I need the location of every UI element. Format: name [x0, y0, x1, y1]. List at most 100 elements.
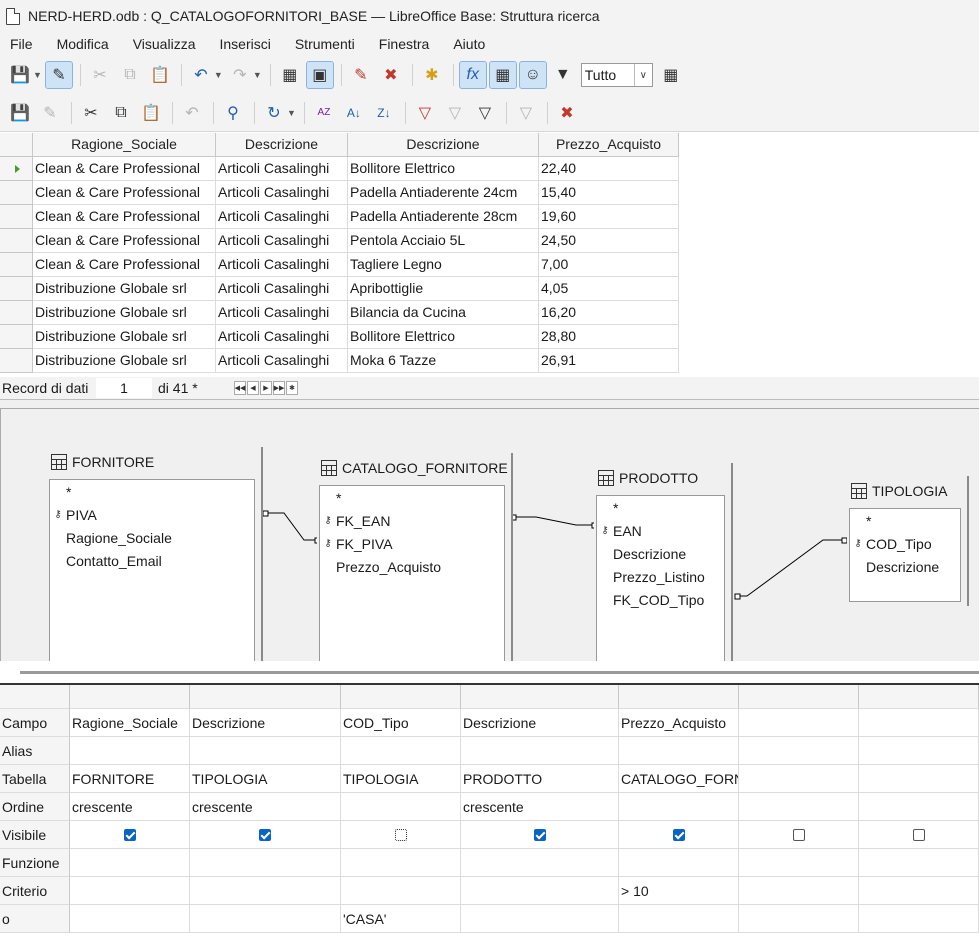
criteria-column-header[interactable]	[461, 685, 619, 709]
criteria-cell-ordine[interactable]	[859, 793, 979, 821]
table-row[interactable]: Distribuzione Globale srl Articoli Casali…	[0, 349, 679, 373]
edit-table-icon[interactable]: ✎	[347, 61, 375, 89]
table-cell[interactable]: Articoli Casalinghi	[216, 181, 348, 205]
delete-record-icon[interactable]: ✖	[553, 99, 581, 127]
table-cell[interactable]: Tagliere Legno	[348, 253, 539, 277]
field-list[interactable]: * ⚷ EAN Descrizione Prezzo_Listino FK_COD…	[596, 495, 725, 661]
criteria-cell-campo[interactable]: Ragione_Sociale	[70, 709, 190, 737]
field-item[interactable]: Descrizione	[850, 555, 960, 578]
checkbox-checked-icon[interactable]	[259, 828, 271, 841]
row-header[interactable]	[0, 325, 33, 349]
table-cell[interactable]: Moka 6 Tazze	[348, 349, 539, 373]
table-cell[interactable]: Articoli Casalinghi	[216, 229, 348, 253]
table-cell[interactable]: 15,40	[539, 181, 679, 205]
criteria-column-header[interactable]	[619, 685, 739, 709]
table-row[interactable]: Clean & Care Professional Articoli Casali…	[0, 253, 679, 277]
menu-strumenti[interactable]: Strumenti	[295, 36, 355, 52]
new-record-icon[interactable]: ✱	[286, 381, 298, 395]
criteria-cell-empty[interactable]	[190, 849, 341, 877]
table-cell[interactable]: Clean & Care Professional	[33, 205, 216, 229]
criteria-cell-criterio[interactable]	[461, 877, 619, 905]
table-title[interactable]: CATALOGO_FORNITORE	[317, 453, 511, 483]
table-cell[interactable]: Clean & Care Professional	[33, 229, 216, 253]
menu-modifica[interactable]: Modifica	[57, 36, 109, 52]
table-name-icon[interactable]: ▦	[488, 61, 517, 89]
criteria-cell-tabella[interactable]: TIPOLOGIA	[341, 765, 461, 793]
criteria-cell-empty[interactable]	[859, 737, 979, 765]
last-record-icon[interactable]: ▶▶	[273, 381, 285, 395]
redo-icon[interactable]: ↷	[226, 61, 254, 89]
table-cell[interactable]: 16,20	[539, 301, 679, 325]
table-cell[interactable]: Articoli Casalinghi	[216, 205, 348, 229]
criteria-cell-tabella[interactable]: PRODOTTO	[461, 765, 619, 793]
table-title[interactable]: PRODOTTO	[594, 463, 731, 493]
checkbox-checked-icon[interactable]	[123, 828, 136, 841]
table-cell[interactable]: 24,50	[539, 229, 679, 253]
menu-aiuto[interactable]: Aiuto	[453, 36, 485, 52]
table-cell[interactable]: 22,40	[539, 157, 679, 181]
current-row-indicator[interactable]	[0, 157, 33, 181]
criteria-cell-ordine[interactable]	[739, 793, 859, 821]
table-cell[interactable]: Distribuzione Globale srl	[33, 349, 216, 373]
row-header[interactable]	[0, 229, 33, 253]
field-item[interactable]: Contatto_Email	[50, 549, 254, 572]
visible-checkbox-cell[interactable]	[739, 821, 859, 849]
add-table-icon[interactable]: ✱	[418, 61, 446, 89]
copy-icon[interactable]: ⧉	[107, 99, 135, 127]
menu-finestra[interactable]: Finestra	[379, 36, 430, 52]
table-cell[interactable]: Padella Antiaderente 28cm	[348, 205, 539, 229]
criteria-cell-empty[interactable]	[619, 737, 739, 765]
criteria-cell-ordine[interactable]	[341, 793, 461, 821]
field-list[interactable]: * ⚷ COD_Tipo Descrizione	[849, 508, 961, 602]
table-cell[interactable]: Distribuzione Globale srl	[33, 325, 216, 349]
field-item[interactable]: ⚷ PIVA	[50, 503, 254, 526]
field-list[interactable]: * ⚷ FK_EAN ⚷ FK_PIVA Prezzo_Acquisto	[319, 485, 505, 661]
table-cell[interactable]: 4,05	[539, 277, 679, 301]
column-header[interactable]: Descrizione	[216, 133, 348, 157]
field-item[interactable]: FK_COD_Tipo	[597, 588, 724, 611]
criteria-cell-o[interactable]	[859, 905, 979, 933]
criteria-cell-o[interactable]	[70, 905, 190, 933]
criteria-cell-o[interactable]	[461, 905, 619, 933]
table-row[interactable]: Distribuzione Globale srl Articoli Casali…	[0, 301, 679, 325]
field-item[interactable]: Prezzo_Listino	[597, 565, 724, 588]
criteria-cell-tabella[interactable]: TIPOLOGIA	[190, 765, 341, 793]
next-record-icon[interactable]: ▶	[260, 381, 272, 395]
field-item[interactable]: Prezzo_Acquisto	[320, 555, 504, 578]
field-item[interactable]: ⚷ COD_Tipo	[850, 532, 960, 555]
criteria-cell-campo[interactable]: Descrizione	[461, 709, 619, 737]
row-header[interactable]	[0, 253, 33, 277]
table-cell[interactable]: 19,60	[539, 205, 679, 229]
table-cell[interactable]: 26,91	[539, 349, 679, 373]
undo-icon[interactable]: ↶	[178, 99, 206, 127]
table-row[interactable]: Clean & Care Professional Articoli Casali…	[0, 181, 679, 205]
field-item[interactable]: Descrizione	[597, 542, 724, 565]
criteria-column-header[interactable]	[341, 685, 461, 709]
row-header[interactable]	[0, 181, 33, 205]
field-item[interactable]: ⚷ FK_EAN	[320, 509, 504, 532]
table-row[interactable]: Distribuzione Globale srl Articoli Casali…	[0, 277, 679, 301]
criteria-cell-o[interactable]	[619, 905, 739, 933]
autofilter-icon[interactable]: ▽	[411, 99, 439, 127]
field-item[interactable]: *	[50, 480, 254, 503]
field-item[interactable]: *	[320, 486, 504, 509]
reset-filter-icon[interactable]: ▽	[512, 99, 540, 127]
row-header[interactable]	[0, 277, 33, 301]
table-cell[interactable]: Padella Antiaderente 24cm	[348, 181, 539, 205]
table-cell[interactable]: Distribuzione Globale srl	[33, 301, 216, 325]
criteria-column-header[interactable]	[739, 685, 859, 709]
visible-checkbox-cell[interactable]	[619, 821, 739, 849]
sort-icon[interactable]: AZ	[310, 99, 338, 127]
column-header[interactable]: Prezzo_Acquisto	[539, 133, 679, 157]
table-window-prodotto[interactable]: PRODOTTO * ⚷ EAN Descrizione Prezzo_Listi…	[594, 463, 733, 661]
refresh-dropdown-icon[interactable]: ▼	[287, 108, 296, 118]
record-number-field[interactable]: 1	[96, 378, 152, 398]
visible-checkbox-cell[interactable]	[70, 821, 190, 849]
checkbox-unchecked-icon[interactable]	[912, 828, 925, 841]
table-title[interactable]: FORNITORE	[47, 447, 261, 477]
criteria-cell-campo[interactable]: COD_Tipo	[341, 709, 461, 737]
criteria-cell-tabella[interactable]: CATALOGO_FORN	[619, 765, 739, 793]
run-query-icon[interactable]: ▦	[276, 61, 304, 89]
delete-table-icon[interactable]: ✖	[377, 61, 405, 89]
criteria-cell-criterio[interactable]	[341, 877, 461, 905]
